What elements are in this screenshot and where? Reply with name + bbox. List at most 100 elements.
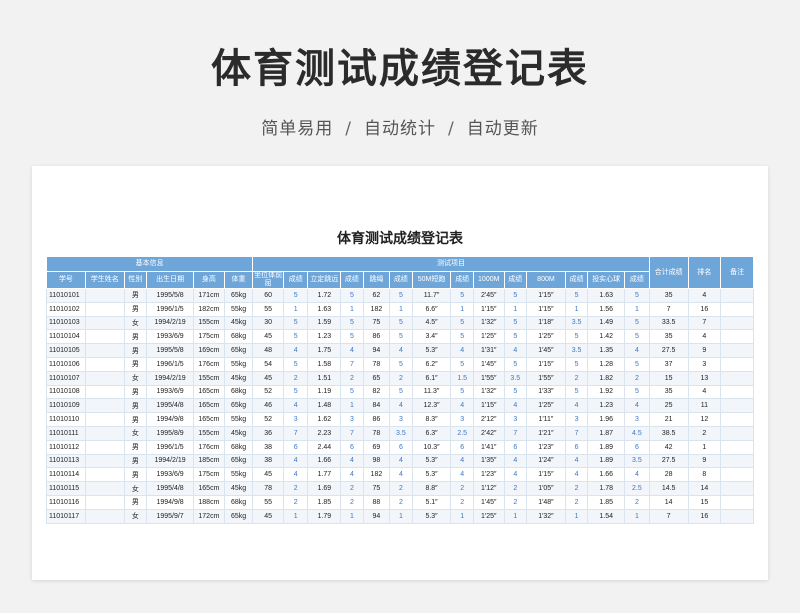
table-cell[interactable] (720, 425, 754, 441)
table-cell[interactable]: 1′15″ (472, 398, 505, 414)
table-cell[interactable]: 3 (624, 412, 650, 427)
table-cell[interactable]: 1 (389, 301, 413, 317)
table-cell[interactable]: 5 (450, 329, 474, 345)
table-cell[interactable]: 14 (648, 494, 689, 510)
table-cell[interactable]: 65kg (223, 288, 254, 303)
table-cell[interactable]: 4 (687, 329, 722, 345)
table-cell[interactable]: 1.19 (307, 384, 342, 400)
table-cell[interactable]: 5 (503, 384, 528, 400)
table-cell[interactable]: 52 (252, 412, 284, 427)
table-cell[interactable]: 4.5 (624, 425, 650, 441)
table-cell[interactable] (84, 343, 125, 358)
table-cell[interactable]: 84 (362, 398, 391, 414)
table-cell[interactable]: 48 (252, 343, 284, 358)
table-cell[interactable] (84, 508, 125, 524)
table-cell[interactable]: 2.23 (307, 425, 342, 441)
table-cell[interactable]: 7 (564, 425, 589, 441)
table-cell[interactable] (84, 384, 125, 400)
table-cell[interactable] (720, 356, 754, 372)
table-cell[interactable] (720, 412, 754, 427)
table-cell[interactable]: 11.3″ (411, 384, 452, 400)
table-cell[interactable]: 11010117 (46, 508, 86, 524)
table-cell[interactable]: 5 (450, 384, 474, 400)
table-cell[interactable]: 5.3″ (411, 453, 452, 469)
table-cell[interactable]: 33.5 (648, 315, 689, 331)
table-cell[interactable]: 55kg (223, 356, 254, 372)
table-cell[interactable] (720, 467, 754, 483)
table-cell[interactable]: 165cm (193, 384, 225, 400)
table-cell[interactable]: 68kg (223, 439, 254, 455)
table-cell[interactable]: 1.23 (587, 398, 626, 414)
table-cell[interactable]: 1993/6/9 (146, 384, 195, 400)
table-cell[interactable]: 1.85 (307, 494, 342, 510)
table-cell[interactable]: 5 (282, 329, 309, 345)
table-cell[interactable] (720, 288, 754, 303)
table-cell[interactable]: 55 (252, 494, 284, 510)
table-cell[interactable]: 男 (123, 398, 148, 414)
table-cell[interactable]: 男 (123, 288, 148, 303)
table-cell[interactable]: 1 (450, 301, 474, 317)
table-cell[interactable]: 1′25″ (472, 329, 505, 345)
table-cell[interactable]: 98 (362, 453, 391, 469)
table-cell[interactable]: 1.51 (307, 370, 342, 386)
table-cell[interactable]: 4 (503, 467, 528, 483)
table-cell[interactable] (84, 356, 125, 372)
table-cell[interactable]: 4 (282, 467, 309, 483)
table-cell[interactable]: 3.5 (624, 453, 650, 469)
table-cell[interactable]: 2 (450, 481, 474, 496)
table-cell[interactable] (84, 481, 125, 496)
table-cell[interactable]: 1994/9/8 (146, 412, 195, 427)
table-cell[interactable]: 1′45″ (472, 494, 505, 510)
table-cell[interactable]: 3 (564, 412, 589, 427)
table-cell[interactable]: 1′23″ (526, 439, 566, 455)
table-cell[interactable]: 1.35 (587, 343, 626, 358)
table-cell[interactable]: 男 (123, 343, 148, 358)
table-cell[interactable]: 4 (503, 398, 528, 414)
table-cell[interactable]: 1′12″ (472, 481, 505, 496)
table-cell[interactable]: 男 (123, 453, 148, 469)
table-cell[interactable]: 3.5 (564, 343, 589, 358)
table-cell[interactable]: 1′15″ (472, 301, 505, 317)
table-cell[interactable]: 65kg (223, 398, 254, 414)
table-cell[interactable]: 2.5 (624, 481, 650, 496)
table-cell[interactable]: 3.4″ (411, 329, 452, 345)
table-cell[interactable]: 4 (687, 384, 722, 400)
table-cell[interactable]: 15 (648, 370, 689, 386)
table-cell[interactable]: 1′15″ (526, 356, 566, 372)
table-cell[interactable]: 3 (340, 412, 364, 427)
table-cell[interactable]: 5 (450, 315, 474, 331)
table-cell[interactable]: 176cm (193, 439, 225, 455)
table-cell[interactable]: 2 (564, 481, 589, 496)
table-cell[interactable]: 1.72 (307, 288, 342, 303)
table-cell[interactable]: 65kg (223, 343, 254, 358)
table-cell[interactable]: 1.89 (587, 439, 626, 455)
table-cell[interactable]: 1 (564, 508, 589, 524)
table-cell[interactable]: 45kg (223, 481, 254, 496)
table-cell[interactable]: 38 (252, 439, 284, 455)
table-cell[interactable]: 1′45″ (526, 343, 566, 358)
table-cell[interactable]: 9 (687, 343, 722, 358)
table-cell[interactable]: 54 (252, 356, 284, 372)
table-cell[interactable]: 5 (624, 329, 650, 345)
table-cell[interactable]: 5 (389, 356, 413, 372)
table-cell[interactable]: 1993/6/9 (146, 467, 195, 483)
table-cell[interactable]: 1 (503, 508, 528, 524)
table-cell[interactable]: 11010110 (46, 412, 86, 427)
table-cell[interactable]: 6 (564, 439, 589, 455)
table-cell[interactable]: 165cm (193, 481, 225, 496)
table-cell[interactable]: 1.66 (587, 467, 626, 483)
table-cell[interactable]: 65kg (223, 453, 254, 469)
table-cell[interactable]: 11.7″ (411, 288, 452, 303)
table-cell[interactable]: 175cm (193, 329, 225, 345)
table-cell[interactable]: 4 (389, 398, 413, 414)
table-cell[interactable]: 1′05″ (526, 481, 566, 496)
table-cell[interactable]: 11010112 (46, 439, 86, 455)
table-cell[interactable]: 46 (252, 398, 284, 414)
table-cell[interactable]: 1.87 (587, 425, 626, 441)
table-cell[interactable]: 6 (450, 439, 474, 455)
table-cell[interactable]: 6.6″ (411, 301, 452, 317)
table-cell[interactable]: 7 (648, 301, 689, 317)
table-cell[interactable]: 9 (687, 453, 722, 469)
table-cell[interactable]: 5 (564, 356, 589, 372)
table-cell[interactable]: 4 (564, 398, 589, 414)
